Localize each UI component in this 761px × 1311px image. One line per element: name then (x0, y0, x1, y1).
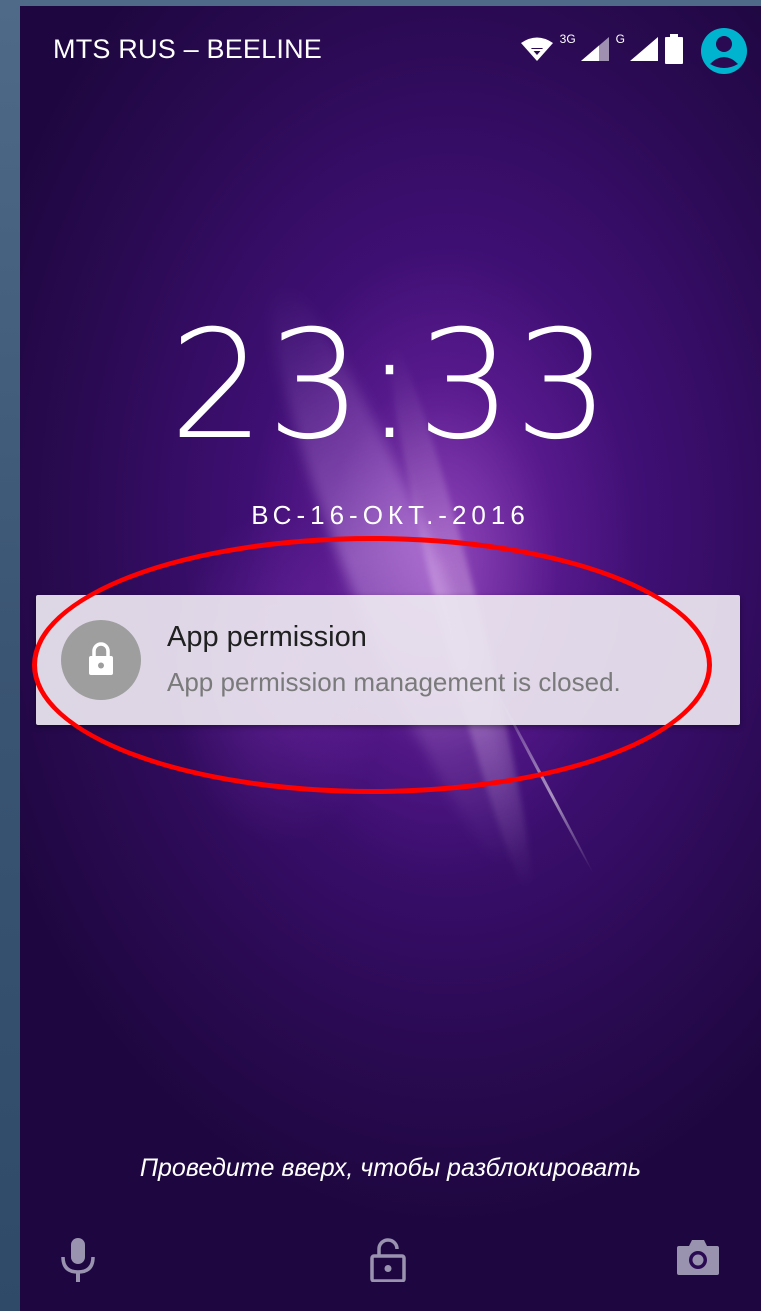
lockscreen-clock: 23:33 (169, 299, 612, 473)
unlock-hint: Проведите вверх, чтобы разблокировать (139, 1154, 642, 1182)
microphone-icon[interactable] (58, 1238, 98, 1289)
lock-icon[interactable] (370, 1238, 406, 1287)
network-type-label: G (615, 32, 625, 46)
carrier-name: MTS RUS – BEELINE (53, 34, 322, 64)
network-type-label: 3G (559, 32, 576, 46)
signal-icon (629, 36, 659, 67)
notification-text: App permission management is closed. (167, 667, 621, 697)
camera-icon[interactable] (676, 1238, 720, 1281)
status-icons: 3G G (520, 26, 747, 76)
wifi-icon (520, 36, 554, 67)
lockscreen-date: ВС-16-ОКТ.-2016 (251, 500, 530, 530)
lock-screen[interactable]: MTS RUS – BEELINE 3G G 23:33 ВС-16-ОКТ.-… (20, 6, 761, 1311)
notification-card[interactable]: App permission App permission management… (36, 595, 740, 725)
signal-icon (580, 36, 610, 67)
device-frame: MTS RUS – BEELINE 3G G 23:33 ВС-16-ОКТ.-… (0, 0, 761, 1311)
lock-icon (61, 620, 141, 700)
notification-title: App permission (167, 621, 367, 653)
user-avatar-icon[interactable] (701, 28, 747, 74)
battery-icon (665, 33, 683, 69)
